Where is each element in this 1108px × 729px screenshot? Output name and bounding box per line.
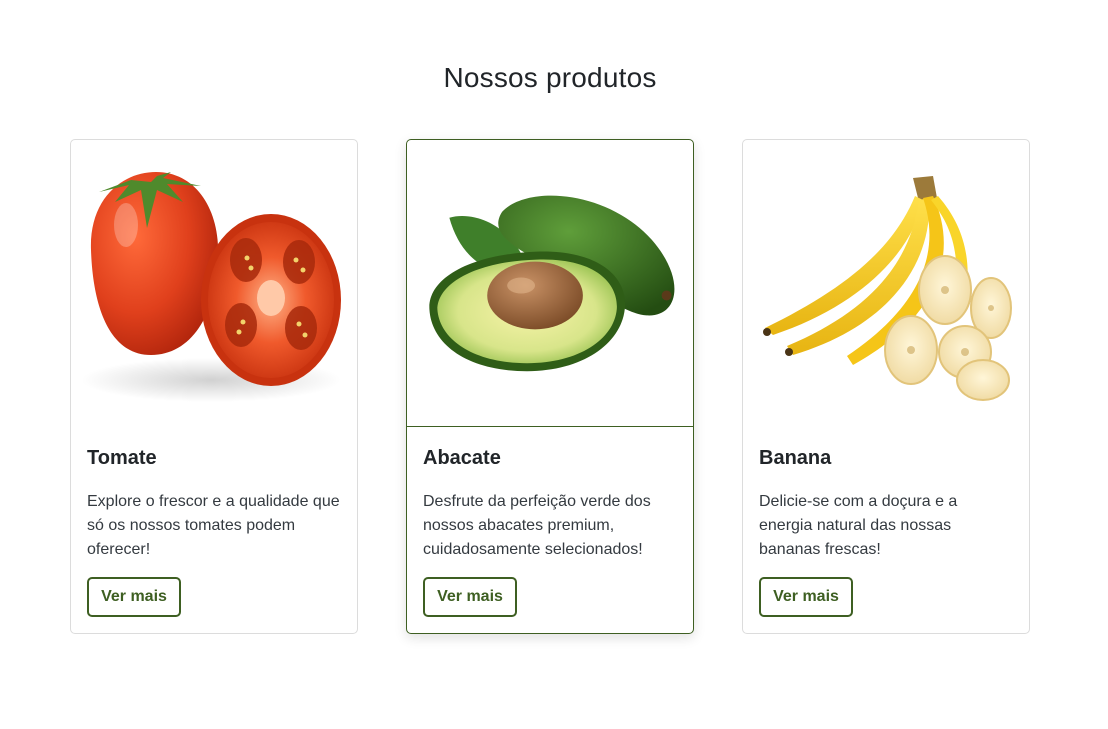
product-title: Banana [759, 447, 832, 469]
ver-mais-button[interactable]: Ver mais [87, 577, 181, 617]
ver-mais-button[interactable]: Ver mais [423, 577, 517, 617]
product-description: Explore o frescor e a qualidade que só o… [87, 493, 340, 558]
product-title: Tomate [87, 447, 157, 469]
product-card-tomato: Tomate Explore o frescor e a qualidade q… [70, 139, 358, 634]
product-card-banana: Banana Delicie-se com a doçura e a energ… [742, 139, 1030, 634]
product-title: Abacate [423, 447, 501, 469]
product-description: Desfrute da perfeição verde dos nossos a… [423, 493, 651, 558]
tomato-image [71, 140, 357, 427]
avocado-image [407, 140, 693, 427]
product-card-avocado: Abacate Desfrute da perfeição verde dos … [406, 139, 694, 634]
banana-image [743, 140, 1029, 427]
product-description: Delicie-se com a doçura e a energia natu… [759, 493, 958, 558]
section-title: Nossos produtos [443, 62, 657, 93]
ver-mais-button[interactable]: Ver mais [759, 577, 853, 617]
